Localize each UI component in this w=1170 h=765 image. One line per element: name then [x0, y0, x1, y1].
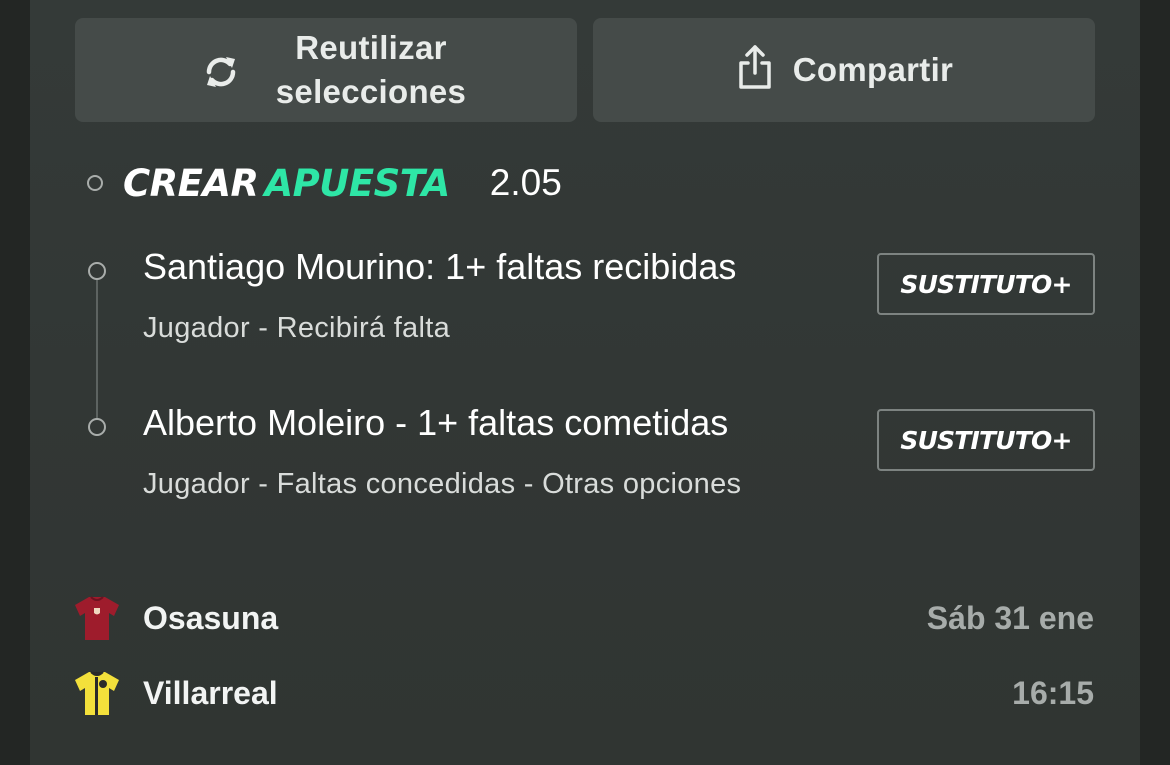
bet-builder-title-main: CREAR	[123, 161, 259, 205]
reuse-selections-button[interactable]: Reutilizar selecciones	[75, 18, 577, 122]
share-label: Compartir	[792, 51, 954, 88]
villarreal-shirt-icon	[75, 671, 119, 715]
selection-timeline-line	[96, 272, 98, 427]
selection-dot-icon	[88, 262, 106, 280]
substitute-plus-badge[interactable]: SUSTITUTO+	[877, 409, 1095, 471]
selection-title: Alberto Moleiro - 1+ faltas cometidas	[143, 402, 729, 443]
bet-builder-title: CREAR APUESTA	[123, 162, 450, 205]
away-team-row: Villarreal 16:15	[74, 668, 1094, 718]
match-date: Sáb 31 ene	[926, 599, 1094, 636]
match-time: 16:15	[1012, 674, 1094, 711]
bet-builder-title-accent: APUESTA	[264, 161, 451, 205]
bet-builder-dot-icon	[87, 175, 103, 191]
reuse-selections-label: Reutilizar selecciones	[275, 29, 467, 110]
share-icon	[739, 45, 771, 89]
substitute-plus-badge[interactable]: SUSTITUTO+	[877, 253, 1095, 315]
share-button[interactable]: Compartir	[593, 18, 1095, 122]
home-team-name: Osasuna	[143, 599, 279, 636]
bet-builder-odds: 2.05	[489, 162, 562, 203]
selection-subtitle: Jugador - Recibirá falta	[143, 312, 451, 344]
home-team-row: Osasuna Sáb 31 ene	[74, 593, 1094, 643]
osasuna-shirt-icon	[75, 596, 119, 640]
selection-subtitle: Jugador - Faltas concedidas - Otras opci…	[143, 468, 742, 500]
selection-dot-icon	[88, 418, 106, 436]
bet-builder-header: CREAR APUESTA 2.05	[87, 158, 562, 208]
refresh-icon	[206, 57, 236, 87]
selection-title: Santiago Mourino: 1+ faltas recibidas	[143, 246, 737, 287]
away-team-name: Villarreal	[143, 674, 278, 711]
